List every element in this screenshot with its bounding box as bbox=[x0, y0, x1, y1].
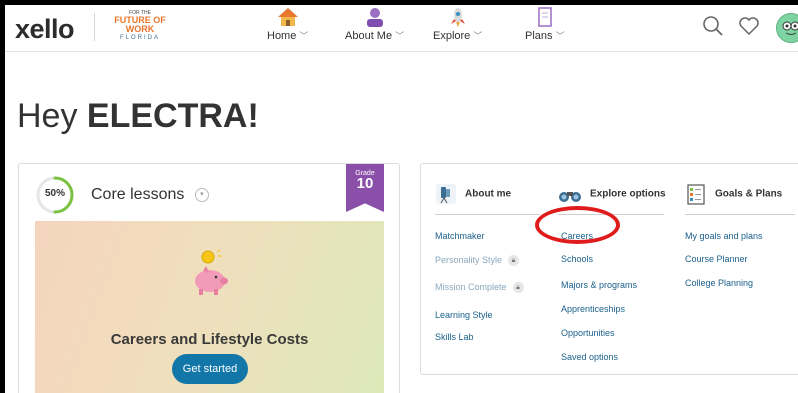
nav-home-label: Home bbox=[267, 30, 297, 42]
xello-logo[interactable]: xello bbox=[15, 14, 75, 45]
chevron-down-icon: ﹀ bbox=[555, 31, 565, 41]
chevron-down-icon: ﹀ bbox=[473, 31, 483, 41]
link-my-goals-and-plans[interactable]: My goals and plans bbox=[685, 231, 763, 241]
greeting-hey: Hey bbox=[17, 97, 78, 135]
search-icon[interactable] bbox=[702, 15, 724, 37]
nav-about-me-label: About Me bbox=[345, 30, 393, 42]
link-mission-complete: Mission Complete 🔒︎ bbox=[435, 282, 524, 294]
checklist-icon bbox=[687, 184, 705, 205]
core-lessons-title[interactable]: Core lessons ▾ bbox=[91, 186, 209, 204]
nav-plans[interactable]: Plans ﹀ bbox=[525, 7, 565, 42]
grade-badge: Grade 10 bbox=[346, 164, 384, 212]
link-college-planning[interactable]: College Planning bbox=[685, 278, 753, 288]
rocket-icon bbox=[450, 8, 465, 27]
partner-logo: FOR THE FUTURE OF WORK FLORIDA bbox=[100, 11, 180, 42]
logo-divider bbox=[94, 13, 95, 41]
avatar-face-icon bbox=[782, 21, 798, 35]
partner-line3: FLORIDA bbox=[119, 35, 160, 41]
greeting-name: ELECTRA! bbox=[86, 97, 259, 135]
divider bbox=[685, 214, 795, 215]
about-me-heading[interactable]: About me bbox=[435, 183, 511, 205]
page-greeting: Hey ELECTRA! bbox=[17, 97, 259, 136]
core-lessons-label: Core lessons bbox=[91, 186, 185, 203]
nav-explore-label: Explore bbox=[433, 30, 471, 42]
about-me-heading-label: About me bbox=[465, 188, 512, 200]
chevron-down-icon: ﹀ bbox=[395, 31, 405, 41]
quick-links-card: About me Explore options Goals & Plans M… bbox=[420, 163, 798, 375]
goals-plans-heading-label: Goals & Plans bbox=[715, 188, 783, 200]
progress-percent: 50% bbox=[44, 188, 65, 199]
link-majors-programs[interactable]: Majors & programs bbox=[561, 280, 637, 290]
lock-icon: 🔒︎ bbox=[508, 255, 520, 267]
goals-plans-heading[interactable]: Goals & Plans bbox=[685, 183, 782, 205]
link-matchmaker[interactable]: Matchmaker bbox=[435, 231, 485, 241]
highlight-annotation bbox=[535, 206, 620, 244]
link-course-planner[interactable]: Course Planner bbox=[685, 254, 748, 264]
link-opportunities[interactable]: Opportunities bbox=[561, 328, 615, 338]
link-schools[interactable]: Schools bbox=[561, 254, 593, 264]
link-learning-style[interactable]: Learning Style bbox=[435, 310, 493, 320]
top-header: xello FOR THE FUTURE OF WORK FLORIDA Hom… bbox=[5, 5, 798, 52]
lock-icon: 🔒︎ bbox=[512, 282, 524, 294]
chevron-down-icon[interactable]: ▾ bbox=[194, 187, 209, 202]
piggy-bank-icon bbox=[195, 249, 228, 295]
link-personality-style: Personality Style 🔒︎ bbox=[435, 255, 520, 267]
avatar[interactable] bbox=[776, 13, 798, 43]
link-apprenticeships[interactable]: Apprenticeships bbox=[561, 304, 625, 314]
link-saved-options[interactable]: Saved options bbox=[561, 352, 618, 362]
person-icon bbox=[366, 8, 383, 27]
link-personality-style-label: Personality Style bbox=[435, 255, 503, 265]
lesson-tile-title: Careers and Lifestyle Costs bbox=[110, 331, 309, 348]
page: xello FOR THE FUTURE OF WORK FLORIDA Hom… bbox=[5, 5, 798, 393]
nav-about-me[interactable]: About Me ﹀ bbox=[345, 7, 404, 42]
lesson-tile[interactable]: Careers and Lifestyle Costs Get started bbox=[35, 221, 384, 393]
home-icon bbox=[277, 8, 298, 26]
get-started-button[interactable]: Get started bbox=[172, 354, 248, 384]
nav-plans-label: Plans bbox=[525, 30, 553, 42]
binoculars-icon bbox=[559, 192, 581, 202]
nav-home[interactable]: Home ﹀ bbox=[267, 7, 308, 42]
notebook-icon bbox=[538, 7, 552, 27]
partner-line2: FUTURE OF WORK bbox=[114, 15, 166, 34]
explore-options-heading[interactable]: Explore options bbox=[558, 183, 666, 205]
explore-options-heading-label: Explore options bbox=[590, 188, 666, 200]
chevron-down-icon: ﹀ bbox=[299, 31, 309, 41]
telescope-icon bbox=[436, 184, 456, 204]
link-skills-lab[interactable]: Skills Lab bbox=[435, 332, 474, 342]
link-mission-complete-label: Mission Complete bbox=[435, 282, 507, 292]
core-lessons-card: 50% Core lessons ▾ Grade 10 Careers and … bbox=[18, 163, 400, 393]
nav-explore[interactable]: Explore ﹀ bbox=[433, 7, 482, 42]
grade-value: 10 bbox=[356, 175, 374, 192]
heart-icon[interactable] bbox=[738, 15, 760, 37]
divider bbox=[435, 214, 540, 215]
